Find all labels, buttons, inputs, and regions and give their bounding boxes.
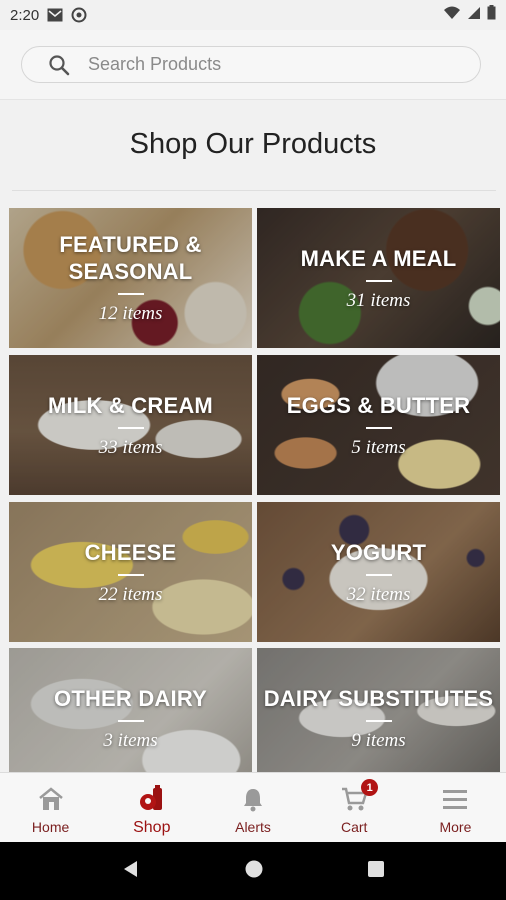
category-title: MAKE A MEAL [300, 245, 457, 271]
category-divider [365, 426, 392, 429]
back-icon[interactable] [121, 859, 141, 884]
search-input[interactable]: Search Products [21, 46, 481, 83]
category-grid: FEATURED & SEASONAL 12 items MAKE A MEAL… [9, 208, 500, 772]
category-count: 9 items [351, 729, 406, 751]
cart-icon: 1 [340, 779, 379, 813]
category-divider [117, 426, 144, 429]
status-time: 2:20 [10, 6, 40, 24]
category-count: 31 items [346, 289, 411, 311]
category-divider [117, 573, 144, 576]
home-icon [37, 785, 65, 813]
nav-label: Home [31, 819, 70, 835]
category-tile-yogurt[interactable]: YOGURT 32 items [257, 502, 500, 642]
signal-icon [467, 6, 481, 25]
nav-shop[interactable]: Shop [101, 773, 202, 842]
category-divider [117, 293, 144, 295]
menu-icon [442, 785, 468, 813]
nav-cart[interactable]: 1 Cart [304, 773, 405, 842]
category-divider [365, 573, 392, 576]
nav-label: More [439, 819, 472, 835]
bell-icon [241, 785, 265, 813]
category-divider [365, 719, 392, 722]
nav-label: Cart [340, 819, 368, 835]
nav-label: Shop [133, 819, 171, 836]
category-count: 12 items [98, 303, 163, 324]
data-saver-icon [71, 7, 87, 23]
category-title: CHEESE [84, 539, 177, 565]
title-divider [12, 190, 496, 191]
gmail-icon [47, 8, 63, 22]
wifi-icon [443, 6, 461, 25]
search-placeholder: Search Products [88, 54, 222, 74]
category-tile-make-a-meal[interactable]: MAKE A MEAL 31 items [257, 208, 500, 348]
bottom-nav: Home Shop Alerts 1 Cart More [0, 772, 506, 842]
category-tile-featured-seasonal[interactable]: FEATURED & SEASONAL 12 items [9, 208, 252, 348]
category-count: 3 items [103, 729, 158, 751]
recents-icon[interactable] [367, 860, 385, 883]
category-count: 33 items [98, 436, 163, 458]
category-tile-cheese[interactable]: CHEESE 22 items [9, 502, 252, 642]
category-title: FEATURED & SEASONAL [59, 232, 202, 284]
status-bar: 2:20 [0, 0, 506, 30]
category-title: EGGS & BUTTER [286, 392, 471, 418]
cart-badge: 1 [361, 779, 379, 796]
search-bar: Search Products [0, 30, 506, 100]
category-tile-milk-cream[interactable]: MILK & CREAM 33 items [9, 355, 252, 495]
category-title: DAIRY SUBSTITUTES [263, 685, 494, 711]
category-count: 5 items [351, 436, 406, 458]
page-title: Shop Our Products [129, 128, 377, 160]
category-count: 22 items [98, 583, 163, 605]
nav-alerts[interactable]: Alerts [202, 773, 303, 842]
category-divider [117, 719, 144, 722]
battery-icon [487, 5, 496, 25]
category-tile-eggs-butter[interactable]: EGGS & BUTTER 5 items [257, 355, 500, 495]
nav-more[interactable]: More [405, 773, 506, 842]
category-tile-dairy-substitutes[interactable]: DAIRY SUBSTITUTES 9 items [257, 648, 500, 772]
search-icon [48, 54, 70, 76]
category-title: MILK & CREAM [48, 392, 213, 418]
category-divider [365, 279, 392, 282]
nav-home[interactable]: Home [0, 773, 101, 842]
category-tile-other-dairy[interactable]: OTHER DAIRY 3 items [9, 648, 252, 772]
nav-label: Alerts [235, 819, 271, 835]
category-title: OTHER DAIRY [54, 685, 207, 711]
system-nav-bar [0, 842, 506, 900]
shop-icon [138, 785, 166, 813]
category-count: 32 items [346, 583, 411, 605]
category-title: YOGURT [330, 539, 427, 565]
home-circle-icon[interactable] [244, 859, 264, 884]
